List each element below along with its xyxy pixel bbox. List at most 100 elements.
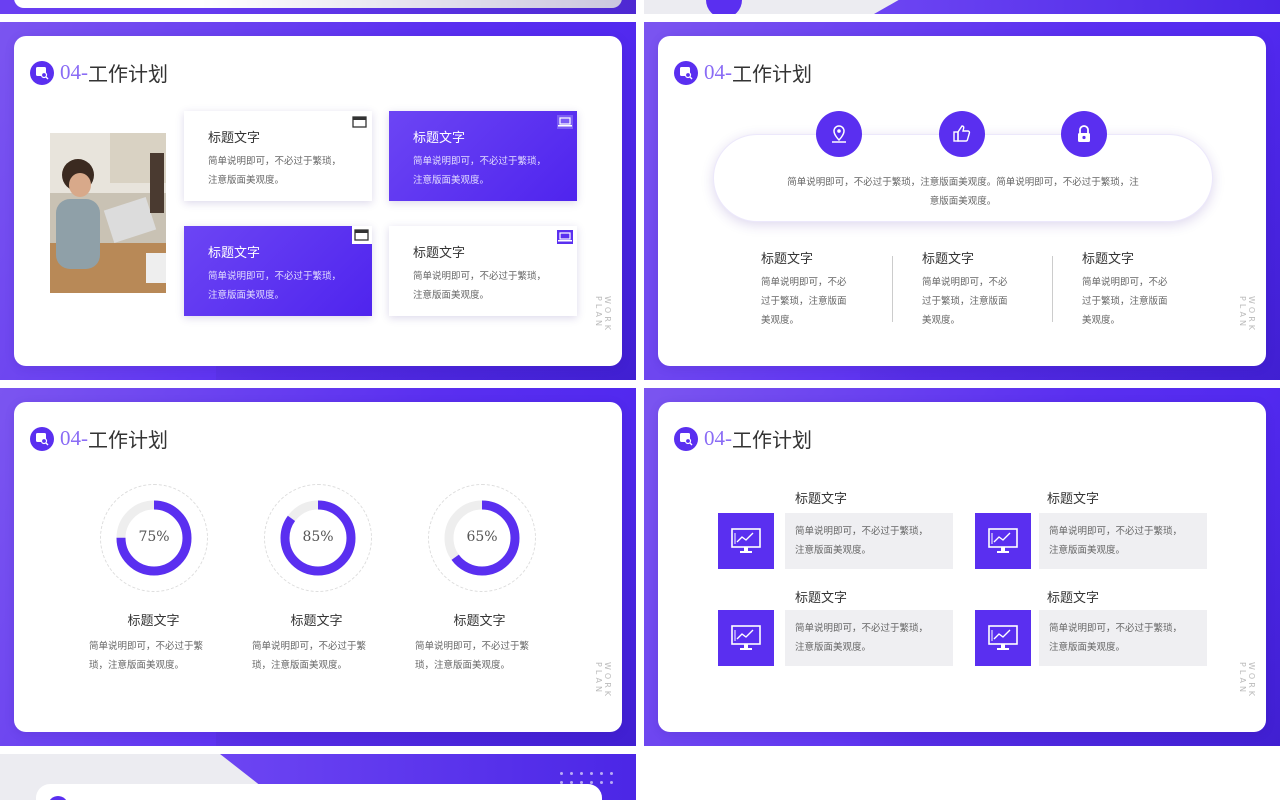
ring-caption-2: 标题文字 简单说明即可，不必过于繁 琐，注意版面美观度。: [249, 610, 384, 675]
slide-card: 04- 工作计划 标题文字 简单说明即可，不必过于繁琐， 注意版面美观度。 标题…: [658, 402, 1266, 732]
box-text-line: 简单说明即可，不必过于繁琐，: [208, 156, 342, 167]
column-heading: 标题文字: [922, 252, 975, 267]
box-text-line: 注意版面美观度。: [413, 175, 490, 186]
ring-caption-3: 标题文字 简单说明即可，不必过于繁 琐，注意版面美观度。: [412, 610, 547, 675]
progress-label: 65%: [466, 529, 498, 545]
laptop-icon: [557, 115, 573, 129]
slide-2: 04- 工作计划 简单说明即可，不必过于繁琐，注意版面美观度。简单说明即可，不必…: [644, 22, 1280, 380]
box-heading: 标题文字: [208, 131, 261, 146]
office-photo: [50, 133, 166, 293]
title-text: 工作计划: [88, 428, 168, 452]
feature-column-3: 标题文字 简单说明即可，不必 过于繁琐，注意版面 美观度。: [1082, 248, 1192, 330]
column-text-line: 简单说明即可，不必: [922, 277, 1008, 288]
pill-text-line: 简单说明即可，不必过于繁琐，注意版面美观度。简单说明即可，不必过于繁琐，注: [787, 177, 1139, 188]
title-number: 04-: [60, 60, 88, 84]
vertical-label: WORK PLAN: [1238, 662, 1256, 700]
caption-text-line: 琐，注意版面美观度。: [252, 660, 348, 671]
monitor-chart-icon: [975, 610, 1031, 666]
vertical-label: WORK PLAN: [594, 662, 612, 700]
box-heading: 标题文字: [413, 131, 466, 146]
title-number: 04-: [704, 60, 732, 84]
pill-text: 简单说明即可，不必过于繁琐，注意版面美观度。简单说明即可，不必过于繁琐，注 意版…: [754, 173, 1172, 211]
thumbs-up-icon: [939, 111, 985, 157]
item-text-box: 简单说明即可，不必过于繁琐， 注意版面美观度。: [785, 610, 953, 666]
caption-text-line: 琐，注意版面美观度。: [415, 660, 511, 671]
item-text-line: 简单说明即可，不必过于繁琐，: [1049, 623, 1183, 634]
ring-caption-1: 标题文字 简单说明即可，不必过于繁 琐，注意版面美观度。: [86, 610, 221, 675]
progress-label: 85%: [302, 529, 334, 545]
item-heading: 标题文字: [795, 492, 848, 507]
column-heading: 标题文字: [1082, 252, 1135, 267]
item-heading: 标题文字: [1047, 492, 1100, 507]
slide-title: 04- 工作计划: [30, 58, 168, 87]
box-text-line: 简单说明即可，不必过于繁琐，: [413, 271, 547, 282]
box-heading: 标题文字: [208, 246, 261, 261]
title-number: 04-: [704, 426, 732, 450]
lock-icon: [1061, 111, 1107, 157]
progress-ring-2: 85%: [264, 484, 372, 592]
slide-card: 04- 工作计划 标题文字 简单说明即可，不必过于繁琐， 注意版面美观度。 标题…: [14, 36, 622, 366]
item-heading: 标题文字: [1047, 591, 1100, 606]
chat-search-icon: [30, 426, 54, 451]
column-text-line: 过于繁琐，注意版面: [922, 296, 1008, 307]
feature-column-1: 标题文字 简单说明即可，不必 过于繁琐，注意版面 美观度。: [761, 248, 871, 330]
window-icon: [352, 226, 372, 244]
slide-title: 04- 工作计划: [674, 58, 812, 87]
progress-ring-1: 75%: [100, 484, 208, 592]
item-text-line: 注意版面美观度。: [1049, 545, 1126, 556]
column-text-line: 过于繁琐，注意版面: [761, 296, 847, 307]
slide-card: 04- 工作计划 75% 85% 65% 标题文字 简单说明即可，不必过于繁 琐…: [14, 402, 622, 732]
info-box-2: 标题文字 简单说明即可，不必过于繁琐， 注意版面美观度。: [389, 111, 577, 201]
item-text-line: 注意版面美观度。: [795, 642, 872, 653]
caption-text-line: 琐，注意版面美观度。: [89, 660, 185, 671]
title-text: 工作计划: [88, 62, 168, 86]
box-heading: 标题文字: [413, 246, 466, 261]
monitor-chart-icon: [975, 513, 1031, 569]
caption-text-line: 简单说明即可，不必过于繁: [415, 641, 530, 652]
column-text-line: 简单说明即可，不必: [1082, 277, 1168, 288]
box-text-line: 注意版面美观度。: [208, 290, 285, 301]
slide-card: 04- 工作计划 简单说明即可，不必过于繁琐，注意版面美观度。简单说明即可，不必…: [658, 36, 1266, 366]
item-text-line: 简单说明即可，不必过于繁琐，: [795, 526, 929, 537]
partial-slide-top-right: [644, 0, 1280, 14]
pill-text-line: 意版面美观度。: [929, 196, 997, 207]
slide-3: 04- 工作计划 75% 85% 65% 标题文字 简单说明即可，不必过于繁 琐…: [0, 388, 636, 746]
progress-ring-3: 65%: [428, 484, 536, 592]
title-text: 工作计划: [732, 62, 812, 86]
vertical-label: WORK PLAN: [1238, 296, 1256, 334]
chat-search-icon: [674, 60, 698, 85]
title-number: 04-: [60, 426, 88, 450]
slide-title: 04- 工作计划: [30, 424, 168, 453]
box-text-line: 简单说明即可，不必过于繁琐，: [413, 156, 547, 167]
chat-search-icon: [674, 426, 698, 451]
column-text-line: 美观度。: [1082, 315, 1121, 326]
divider: [1052, 256, 1053, 322]
box-text-line: 注意版面美观度。: [208, 175, 285, 186]
column-text-line: 过于繁琐，注意版面: [1082, 296, 1168, 307]
column-text-line: 简单说明即可，不必: [761, 277, 847, 288]
caption-heading: 标题文字: [290, 614, 343, 629]
title-text: 工作计划: [732, 428, 812, 452]
item-text-box: 简单说明即可，不必过于繁琐， 注意版面美观度。: [1039, 610, 1207, 666]
item-text-box: 简单说明即可，不必过于繁琐， 注意版面美观度。: [785, 513, 953, 569]
info-box-4: 标题文字 简单说明即可，不必过于繁琐， 注意版面美观度。: [389, 226, 577, 316]
column-heading: 标题文字: [761, 252, 814, 267]
window-icon: [352, 116, 367, 128]
info-box-1: 标题文字 简单说明即可，不必过于繁琐， 注意版面美观度。: [184, 111, 372, 201]
partial-slide-bottom: [0, 754, 636, 800]
item-text-box: 简单说明即可，不必过于繁琐， 注意版面美观度。: [1039, 513, 1207, 569]
vertical-label: WORK PLAN: [594, 296, 612, 334]
dot-pattern: [560, 772, 614, 784]
divider: [892, 256, 893, 322]
caption-heading: 标题文字: [127, 614, 180, 629]
item-text-line: 简单说明即可，不必过于繁琐，: [795, 623, 929, 634]
partial-slide-top-left: [0, 0, 636, 14]
item-text-line: 注意版面美观度。: [1049, 642, 1126, 653]
item-heading: 标题文字: [795, 591, 848, 606]
column-text-line: 美观度。: [761, 315, 800, 326]
box-text-line: 注意版面美观度。: [413, 290, 490, 301]
item-text-line: 注意版面美观度。: [795, 545, 872, 556]
slide-1: 04- 工作计划 标题文字 简单说明即可，不必过于繁琐， 注意版面美观度。 标题…: [0, 22, 636, 380]
slide-title: 04- 工作计划: [674, 424, 812, 453]
laptop-icon: [557, 230, 573, 244]
